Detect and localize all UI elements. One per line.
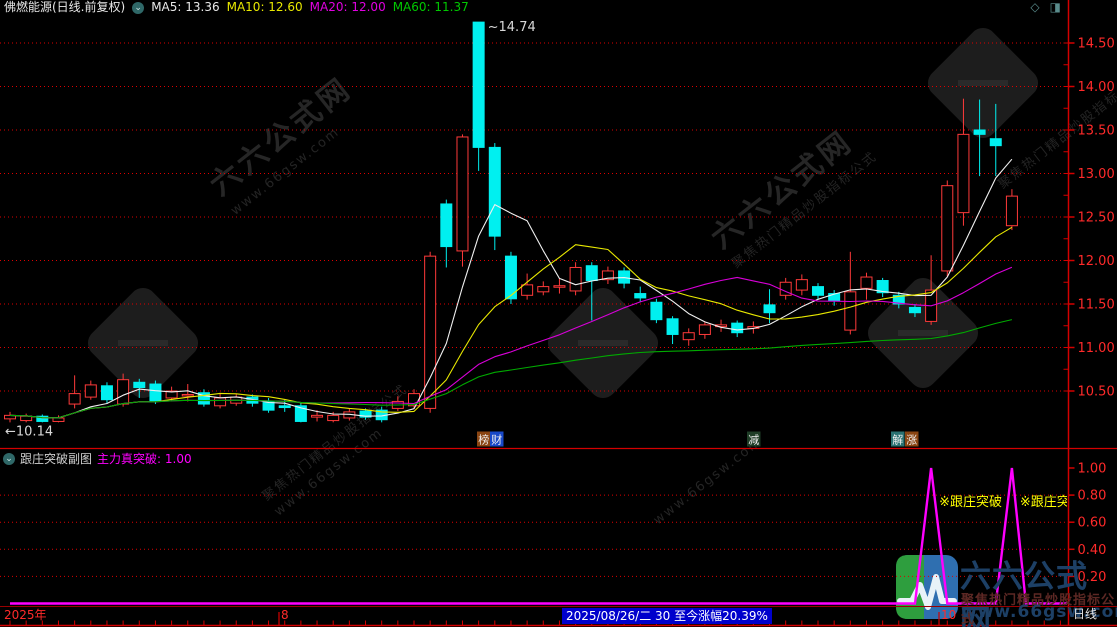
svg-text:14.50: 14.50 [1078, 37, 1115, 52]
split-pane-icon[interactable]: ◨ [1050, 1, 1061, 14]
svg-text:12.50: 12.50 [1078, 211, 1115, 226]
indicator-value: 主力真突破: 1.00 [97, 450, 192, 467]
svg-text:10.50: 10.50 [1078, 385, 1115, 400]
ma-line-MA60 [10, 320, 1012, 418]
ma10-value: MA10: 12.60 [227, 0, 303, 15]
axis-month-label: 10 [941, 608, 956, 623]
svg-text:1.00: 1.00 [1078, 462, 1107, 477]
stock-title: 佛燃能源(日线.前复权) [4, 0, 125, 15]
chevron-down-icon[interactable]: ⌄ [132, 2, 144, 14]
svg-text:涨: 涨 [906, 434, 917, 447]
ma60-value: MA60: 11.37 [393, 0, 469, 15]
subchart-header: ⌄ 跟庄突破副图 主力真突破: 1.00 [3, 450, 192, 467]
date-info-box: 2025/08/26/二 30 至今涨幅20.39% [562, 608, 772, 624]
axis-year-label: 2025年 [4, 608, 47, 623]
subchart-title: 跟庄突破副图 [20, 450, 92, 467]
ma5-value: MA5: 13.36 [151, 0, 219, 15]
period-label[interactable]: 日线 [1073, 607, 1097, 622]
svg-text:减: 减 [748, 434, 759, 447]
svg-text:0.60: 0.60 [1078, 516, 1107, 531]
chart-canvas[interactable]: 14.50 14.00 13.50 13.00 12.50 12.00 11.50 11.00… [0, 0, 1117, 627]
svg-text:11.00: 11.00 [1078, 341, 1115, 356]
low-price-marker: ←10.14 [5, 424, 53, 439]
svg-text:12.00: 12.00 [1078, 254, 1115, 269]
svg-text:13.00: 13.00 [1078, 167, 1115, 182]
tdx-stock-window: 六六公式网 www.66gsw.com 聚焦热门精品炒股指标公式 www.66g… [0, 0, 1117, 627]
chart-header: 佛燃能源(日线.前复权) ⌄ MA5: 13.36 MA10: 12.60 MA… [4, 0, 469, 15]
svg-text:14.00: 14.00 [1078, 80, 1115, 95]
ma20-value: MA20: 12.00 [310, 0, 386, 15]
diamond-icon[interactable]: ◇ [1030, 1, 1039, 14]
axis-month-label: 8 [281, 608, 289, 623]
indicator-line [10, 468, 1067, 604]
svg-text:11.50: 11.50 [1078, 298, 1115, 313]
svg-text:0.80: 0.80 [1078, 489, 1107, 504]
svg-text:榜: 榜 [478, 433, 489, 447]
signal-label: ※跟庄突破 [939, 494, 1002, 510]
chevron-down-icon[interactable]: ⌄ [3, 453, 15, 465]
high-price-marker: ~14.74 [488, 20, 536, 35]
svg-text:财: 财 [491, 433, 502, 447]
signal-label: ※跟庄突破 [1020, 494, 1083, 510]
svg-text:解: 解 [892, 433, 903, 447]
svg-text:13.50: 13.50 [1078, 124, 1115, 139]
